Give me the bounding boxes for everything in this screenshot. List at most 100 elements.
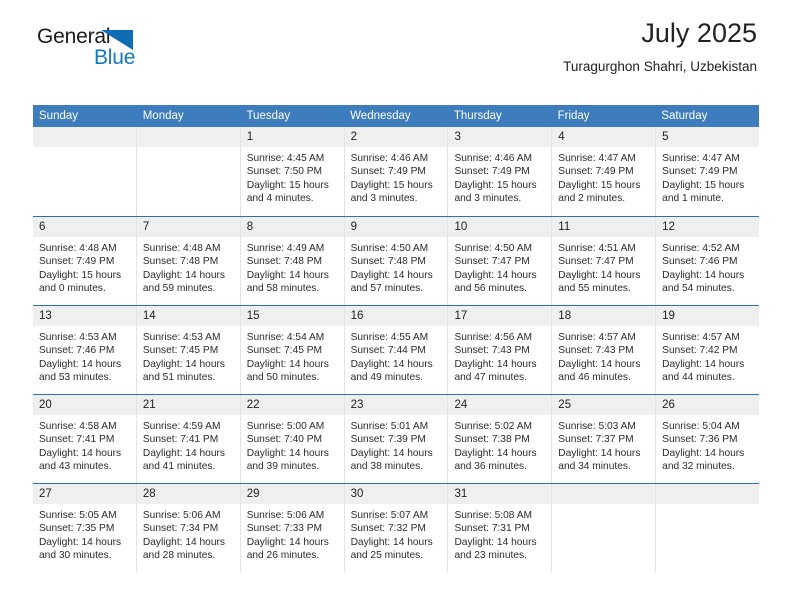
daylight-text: Daylight: 15 hours and 2 minutes. bbox=[558, 179, 641, 204]
sunset-text: Sunset: 7:31 PM bbox=[454, 523, 530, 535]
weekday-header-wednesday: Wednesday bbox=[350, 110, 411, 122]
calendar-day-cell[interactable]: 25 Sunrise: 5:03 AM Sunset: 7:37 PM Dayligh… bbox=[552, 395, 657, 483]
calendar-day-cell[interactable]: 19 Sunrise: 4:57 AM Sunset: 7:42 PM Dayligh… bbox=[656, 306, 760, 394]
day-number: 22 bbox=[240, 395, 344, 415]
sunset-text: Sunset: 7:48 PM bbox=[350, 256, 426, 268]
calendar-week-row: 20 Sunrise: 4:58 AM Sunset: 7:41 PM Dayligh… bbox=[33, 394, 760, 483]
sunrise-text: Sunrise: 4:58 AM bbox=[39, 421, 117, 432]
day-number: 21 bbox=[136, 395, 240, 415]
day-number: 9 bbox=[344, 217, 448, 237]
sunset-text: Sunset: 7:43 PM bbox=[558, 345, 634, 357]
sunrise-text: Sunrise: 4:50 AM bbox=[454, 243, 533, 254]
sunset-text: Sunset: 7:43 PM bbox=[454, 345, 530, 357]
calendar-day-cell[interactable]: 23 Sunrise: 5:01 AM Sunset: 7:39 PM Dayligh… bbox=[344, 395, 449, 483]
calendar-day-cell[interactable]: 5 Sunrise: 4:47 AM Sunset: 7:49 PM Daylight… bbox=[656, 127, 760, 216]
calendar-day-cell[interactable]: 21 Sunrise: 4:59 AM Sunset: 7:41 PM Dayligh… bbox=[136, 395, 241, 483]
sunset-text: Sunset: 7:38 PM bbox=[454, 434, 530, 446]
calendar-day-cell[interactable]: 13 Sunrise: 4:53 AM Sunset: 7:46 PM Dayligh… bbox=[33, 306, 137, 394]
daylight-text: Daylight: 14 hours and 39 minutes. bbox=[246, 447, 329, 472]
day-details: Sunrise: 4:46 AM Sunset: 7:49 PM Daylight:… bbox=[345, 147, 448, 205]
calendar-day-cell[interactable]: 2 Sunrise: 4:46 AM Sunset: 7:49 PM Daylight… bbox=[344, 127, 449, 216]
calendar-day-cell[interactable]: 28 Sunrise: 5:06 AM Sunset: 7:34 PM Dayligh… bbox=[136, 484, 241, 572]
sunrise-text: Sunrise: 5:06 AM bbox=[142, 510, 221, 521]
sunrise-text: Sunrise: 4:46 AM bbox=[454, 153, 533, 164]
sunset-text: Sunset: 7:37 PM bbox=[558, 434, 634, 446]
day-number: 27 bbox=[33, 484, 136, 504]
sunrise-text: Sunrise: 4:45 AM bbox=[246, 153, 325, 164]
calendar-grid: Sunday Monday Tuesday Wednesday Thursday Frid… bbox=[33, 105, 760, 572]
day-details: Sunrise: 4:49 AM Sunset: 7:48 PM Daylight:… bbox=[241, 237, 344, 295]
calendar-week-row: 1 Sunrise: 4:45 AM Sunset: 7:50 PM Daylight… bbox=[33, 127, 760, 216]
calendar-day-cell[interactable]: 29 Sunrise: 5:06 AM Sunset: 7:33 PM Dayligh… bbox=[240, 484, 345, 572]
general-blue-logo[interactable]: General Blue bbox=[37, 25, 217, 75]
sunset-text: Sunset: 7:45 PM bbox=[142, 345, 219, 357]
calendar-day-cell[interactable]: 18 Sunrise: 4:57 AM Sunset: 7:43 PM Dayligh… bbox=[552, 306, 657, 394]
calendar-day-cell[interactable]: 9 Sunrise: 4:50 AM Sunset: 7:48 PM Daylight… bbox=[344, 217, 449, 305]
sunset-text: Sunset: 7:40 PM bbox=[246, 434, 323, 446]
calendar-day-cell[interactable]: 12 Sunrise: 4:52 AM Sunset: 7:46 PM Dayligh… bbox=[656, 217, 760, 305]
calendar-day-cell[interactable]: 4 Sunrise: 4:47 AM Sunset: 7:49 PM Daylight… bbox=[552, 127, 657, 216]
day-details: Sunrise: 4:51 AM Sunset: 7:47 PM Daylight:… bbox=[552, 237, 655, 295]
sunrise-text: Sunrise: 4:56 AM bbox=[454, 332, 533, 343]
sunrise-text: Sunrise: 4:55 AM bbox=[350, 332, 429, 343]
daylight-text: Daylight: 14 hours and 57 minutes. bbox=[350, 269, 433, 294]
calendar-page: General Blue July 2025 Turagurghon Shahr… bbox=[0, 0, 792, 612]
weekday-header-thursday: Thursday bbox=[453, 110, 502, 122]
day-number: 29 bbox=[240, 484, 344, 504]
sunset-text: Sunset: 7:50 PM bbox=[246, 166, 323, 178]
calendar-day-cell[interactable]: 22 Sunrise: 5:00 AM Sunset: 7:40 PM Dayligh… bbox=[240, 395, 345, 483]
day-number: 26 bbox=[656, 395, 760, 415]
day-number: 11 bbox=[552, 217, 656, 237]
day-number: 13 bbox=[33, 306, 136, 326]
day-details: Sunrise: 4:48 AM Sunset: 7:49 PM Daylight:… bbox=[33, 237, 136, 295]
calendar-day-cell[interactable]: 20 Sunrise: 4:58 AM Sunset: 7:41 PM Dayligh… bbox=[33, 395, 137, 483]
daylight-text: Daylight: 14 hours and 26 minutes. bbox=[246, 536, 329, 561]
day-details: Sunrise: 4:52 AM Sunset: 7:46 PM Daylight:… bbox=[656, 237, 759, 295]
daylight-text: Daylight: 14 hours and 34 minutes. bbox=[558, 447, 641, 472]
calendar-day-cell[interactable]: 27 Sunrise: 5:05 AM Sunset: 7:35 PM Dayligh… bbox=[33, 484, 137, 572]
sunset-text: Sunset: 7:36 PM bbox=[662, 434, 738, 446]
daylight-text: Daylight: 14 hours and 23 minutes. bbox=[454, 536, 537, 561]
sunrise-text: Sunrise: 5:08 AM bbox=[454, 510, 533, 521]
day-details: Sunrise: 5:05 AM Sunset: 7:35 PM Daylight:… bbox=[33, 504, 136, 562]
calendar-day-cell[interactable]: 3 Sunrise: 4:46 AM Sunset: 7:49 PM Daylight… bbox=[448, 127, 553, 216]
day-number: 24 bbox=[448, 395, 552, 415]
calendar-day-cell[interactable]: 17 Sunrise: 4:56 AM Sunset: 7:43 PM Dayligh… bbox=[448, 306, 553, 394]
sunrise-text: Sunrise: 4:52 AM bbox=[662, 243, 740, 254]
calendar-day-cell[interactable]: 10 Sunrise: 4:50 AM Sunset: 7:47 PM Dayligh… bbox=[448, 217, 553, 305]
day-details: Sunrise: 4:58 AM Sunset: 7:41 PM Daylight:… bbox=[33, 415, 136, 473]
calendar-day-cell[interactable]: 16 Sunrise: 4:55 AM Sunset: 7:44 PM Dayligh… bbox=[344, 306, 449, 394]
calendar-day-cell[interactable]: 30 Sunrise: 5:07 AM Sunset: 7:32 PM Dayligh… bbox=[344, 484, 449, 572]
sunset-text: Sunset: 7:39 PM bbox=[350, 434, 426, 446]
weekday-header-row: Sunday Monday Tuesday Wednesday Thursday Frid… bbox=[33, 105, 759, 127]
day-details: Sunrise: 5:02 AM Sunset: 7:38 PM Daylight:… bbox=[448, 415, 551, 473]
calendar-day-cell[interactable]: 8 Sunrise: 4:49 AM Sunset: 7:48 PM Daylight… bbox=[240, 217, 345, 305]
sunset-text: Sunset: 7:49 PM bbox=[558, 166, 634, 178]
daylight-text: Daylight: 14 hours and 56 minutes. bbox=[454, 269, 537, 294]
day-details: Sunrise: 4:50 AM Sunset: 7:48 PM Daylight:… bbox=[345, 237, 448, 295]
calendar-empty-cell bbox=[33, 127, 137, 216]
calendar-day-cell[interactable]: 7 Sunrise: 4:48 AM Sunset: 7:48 PM Daylight… bbox=[136, 217, 241, 305]
sunset-text: Sunset: 7:41 PM bbox=[142, 434, 219, 446]
sunset-text: Sunset: 7:44 PM bbox=[350, 345, 426, 357]
sunset-text: Sunset: 7:48 PM bbox=[246, 256, 323, 268]
calendar-day-cell[interactable]: 24 Sunrise: 5:02 AM Sunset: 7:38 PM Dayligh… bbox=[448, 395, 553, 483]
calendar-day-cell[interactable]: 1 Sunrise: 4:45 AM Sunset: 7:50 PM Daylight… bbox=[240, 127, 345, 216]
sunrise-text: Sunrise: 4:47 AM bbox=[662, 153, 740, 164]
day-number: 5 bbox=[656, 127, 760, 147]
calendar-day-cell[interactable]: 6 Sunrise: 4:48 AM Sunset: 7:49 PM Daylight… bbox=[33, 217, 137, 305]
calendar-day-cell[interactable]: 14 Sunrise: 4:53 AM Sunset: 7:45 PM Dayligh… bbox=[136, 306, 241, 394]
day-number: 25 bbox=[552, 395, 656, 415]
day-number: 23 bbox=[344, 395, 448, 415]
sunrise-text: Sunrise: 4:48 AM bbox=[142, 243, 221, 254]
sunset-text: Sunset: 7:46 PM bbox=[39, 345, 115, 357]
day-number bbox=[552, 484, 656, 504]
weekday-header-saturday: Saturday bbox=[661, 110, 708, 122]
sunrise-text: Sunrise: 5:03 AM bbox=[558, 421, 636, 432]
calendar-day-cell[interactable]: 15 Sunrise: 4:54 AM Sunset: 7:45 PM Dayligh… bbox=[240, 306, 345, 394]
calendar-day-cell[interactable]: 11 Sunrise: 4:51 AM Sunset: 7:47 PM Dayligh… bbox=[552, 217, 657, 305]
calendar-day-cell[interactable]: 26 Sunrise: 5:04 AM Sunset: 7:36 PM Dayligh… bbox=[656, 395, 760, 483]
day-details: Sunrise: 5:04 AM Sunset: 7:36 PM Daylight:… bbox=[656, 415, 759, 473]
calendar-day-cell[interactable]: 31 Sunrise: 5:08 AM Sunset: 7:31 PM Dayligh… bbox=[448, 484, 553, 572]
day-details: Sunrise: 4:59 AM Sunset: 7:41 PM Daylight:… bbox=[137, 415, 240, 473]
